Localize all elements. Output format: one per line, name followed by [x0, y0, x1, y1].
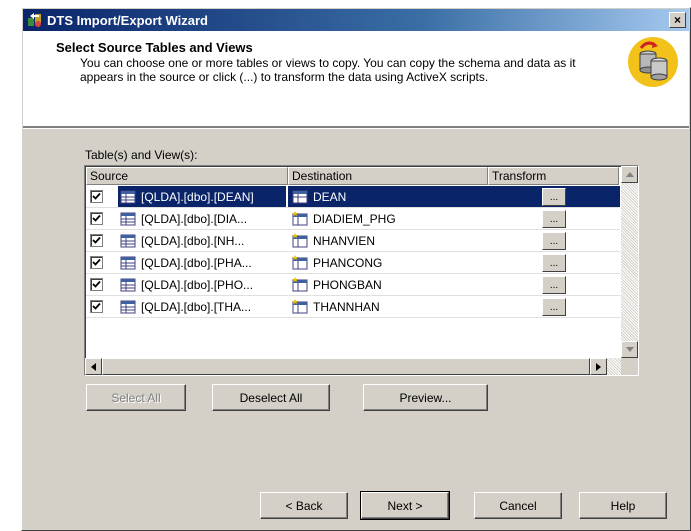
table-icon — [120, 277, 136, 293]
scroll-up-button[interactable] — [621, 166, 638, 183]
row-checkbox[interactable] — [90, 278, 103, 291]
scrollbar-corner — [621, 358, 638, 375]
arrow-down-icon — [625, 347, 634, 352]
tables-listview[interactable]: Source Destination Transform [QLDA].[dbo… — [84, 165, 639, 376]
table-icon — [120, 299, 136, 315]
table-row[interactable]: [QLDA].[dbo].[THA... THANNHAN ... — [86, 296, 620, 318]
table-icon — [120, 211, 136, 227]
next-button[interactable]: Next > — [360, 491, 450, 520]
table-icon — [120, 189, 136, 205]
table-row[interactable]: [QLDA].[dbo].[PHA... PHANCONG ... — [86, 252, 620, 274]
row-checkbox[interactable] — [90, 212, 103, 225]
row-destination: DIADIEM_PHG — [313, 211, 396, 226]
close-button[interactable]: × — [669, 12, 686, 28]
new-table-icon — [292, 276, 308, 293]
row-source: [QLDA].[dbo].[NH... — [141, 233, 245, 248]
wizard-header: Select Source Tables and Views You can c… — [23, 31, 689, 127]
help-button[interactable]: Help — [579, 492, 667, 519]
wizard-window: DTS Import/Export Wizard × Select Source… — [21, 7, 691, 531]
transform-button[interactable]: ... — [542, 253, 566, 272]
title-bar: DTS Import/Export Wizard × — [23, 9, 689, 31]
arrow-right-icon — [596, 362, 601, 371]
row-destination: PHANCONG — [313, 255, 383, 270]
row-source: [QLDA].[dbo].[PHA... — [141, 255, 252, 270]
transform-button[interactable]: ... — [542, 275, 566, 294]
new-table-icon — [292, 254, 308, 271]
cancel-button[interactable]: Cancel — [474, 492, 562, 519]
page-title: Select Source Tables and Views — [56, 40, 253, 55]
table-icon — [120, 233, 136, 249]
arrow-left-icon — [91, 362, 96, 371]
row-checkbox[interactable] — [90, 234, 103, 247]
row-source: [QLDA].[dbo].[DIA... — [141, 211, 248, 226]
page-description: You can choose one or more tables or vie… — [80, 56, 576, 84]
table-icon — [120, 255, 136, 271]
column-header-transform[interactable]: Transform — [488, 167, 619, 185]
back-button[interactable]: < Back — [260, 492, 348, 519]
table-row[interactable]: [QLDA].[dbo].[DIA... DIADIEM_PHG ... — [86, 208, 620, 230]
row-source: [QLDA].[dbo].[DEAN] — [141, 189, 254, 204]
column-header-destination[interactable]: Destination — [288, 167, 488, 185]
preview-button[interactable]: Preview... — [363, 384, 488, 411]
scroll-left-button[interactable] — [85, 358, 102, 375]
table-row[interactable]: [QLDA].[dbo].[NH... NHANVIEN ... — [86, 230, 620, 252]
table-icon — [292, 189, 308, 205]
row-checkbox[interactable] — [90, 300, 103, 313]
transform-button[interactable]: ... — [542, 209, 566, 228]
header-divider — [23, 127, 689, 129]
table-row[interactable]: [QLDA].[dbo].[PHO... PHONGBAN ... — [86, 274, 620, 296]
horizontal-scroll-thumb[interactable] — [102, 358, 590, 375]
new-table-icon — [292, 298, 308, 315]
dts-wizard-icon — [27, 12, 43, 28]
column-header-source[interactable]: Source — [86, 167, 288, 185]
database-transfer-icon — [627, 36, 679, 88]
table-rows: [QLDA].[dbo].[DEAN] DEAN ... [QLDA].[dbo… — [86, 186, 620, 318]
arrow-up-icon — [625, 172, 634, 177]
tables-list-label: Table(s) and View(s): — [85, 148, 198, 162]
scroll-down-button[interactable] — [621, 341, 638, 358]
new-table-icon — [292, 232, 308, 249]
transform-button[interactable]: ... — [542, 187, 566, 206]
transform-button[interactable]: ... — [542, 297, 566, 316]
row-source: [QLDA].[dbo].[THA... — [141, 299, 252, 314]
horizontal-scrollbar[interactable] — [85, 358, 621, 375]
row-destination: THANNHAN — [313, 299, 380, 314]
table-row[interactable]: [QLDA].[dbo].[DEAN] DEAN ... — [86, 186, 620, 208]
row-destination: DEAN — [313, 189, 347, 204]
vertical-scrollbar[interactable] — [621, 166, 638, 358]
scroll-right-button[interactable] — [590, 358, 607, 375]
row-source: [QLDA].[dbo].[PHO... — [141, 277, 254, 292]
deselect-all-button[interactable]: Deselect All — [212, 384, 330, 411]
row-destination: NHANVIEN — [313, 233, 376, 248]
transform-button[interactable]: ... — [542, 231, 566, 250]
row-checkbox[interactable] — [90, 190, 103, 203]
row-destination: PHONGBAN — [313, 277, 382, 292]
row-checkbox[interactable] — [90, 256, 103, 269]
new-table-icon — [292, 210, 308, 227]
select-all-button[interactable]: Select All — [86, 384, 186, 411]
window-title: DTS Import/Export Wizard — [47, 12, 208, 28]
